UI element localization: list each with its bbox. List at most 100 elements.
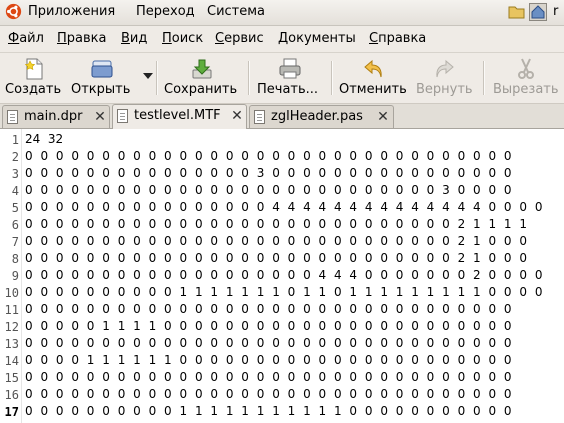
close-tab-icon[interactable]: ✕ <box>93 110 107 124</box>
menu-search-mnemonic: П <box>162 31 172 46</box>
ubuntu-logo-icon[interactable] <box>5 3 22 20</box>
folder-icon[interactable] <box>508 4 525 19</box>
menu-search[interactable]: Поиск <box>162 31 203 46</box>
code-line: 0 0 0 0 0 0 0 0 0 0 0 0 0 0 0 0 0 0 0 0 … <box>25 302 514 316</box>
code-line: 0 0 0 0 0 0 0 0 0 0 0 0 0 0 0 0 0 0 0 0 … <box>25 217 530 231</box>
new-button[interactable]: Создать <box>2 53 64 103</box>
line-number: 7 <box>11 235 19 249</box>
printer-icon <box>279 58 301 79</box>
redo-arrow-icon <box>436 59 454 78</box>
code-line: 0 0 0 0 0 0 0 0 0 0 1 1 1 1 1 1 1 0 1 1 … <box>25 285 545 299</box>
new-document-icon <box>24 58 43 80</box>
save-button-label: Сохранить <box>164 82 238 97</box>
document-icon <box>117 109 128 123</box>
print-button[interactable]: Печать... <box>252 53 328 103</box>
undo-button[interactable]: Отменить <box>336 53 410 103</box>
panel-menu-system[interactable]: Система <box>207 4 265 19</box>
home-folder-icon[interactable] <box>529 3 547 21</box>
line-number: 4 <box>11 184 19 198</box>
scissors-icon <box>518 58 534 79</box>
redo-button[interactable]: Вернуть <box>412 53 480 103</box>
code-line: 0 0 0 0 0 0 0 0 0 0 0 0 0 0 0 0 0 0 0 0 … <box>25 183 514 197</box>
code-line: 0 0 0 0 1 1 1 1 1 1 0 0 0 0 0 0 0 0 0 0 … <box>25 353 514 367</box>
open-button[interactable]: Открыть <box>68 53 138 103</box>
menu-documents[interactable]: Документы <box>278 31 356 46</box>
line-number: 5 <box>11 201 19 215</box>
line-number: 15 <box>4 371 19 385</box>
menu-edit-label: равка <box>66 31 107 46</box>
panel-menu-applications[interactable]: Приложения <box>28 4 115 19</box>
code-line: 0 0 0 0 0 0 0 0 0 0 0 0 0 0 0 0 0 0 0 0 … <box>25 336 514 350</box>
code-line: 0 0 0 0 0 0 0 0 0 0 0 0 0 0 0 0 0 0 0 0 … <box>25 149 514 163</box>
cut-button[interactable]: Вырезать <box>488 53 564 103</box>
open-folder-icon <box>91 60 113 78</box>
save-button[interactable]: Сохранить <box>160 53 244 103</box>
code-line: 0 0 0 0 0 0 0 0 0 0 0 0 0 0 0 0 0 0 0 0 … <box>25 251 530 265</box>
menu-view-mnemonic: В <box>121 31 130 46</box>
menu-documents-label: окументы <box>288 31 356 46</box>
toolbar-separator <box>483 61 485 95</box>
toolbar-separator <box>248 61 250 95</box>
line-number: 14 <box>4 354 19 368</box>
code-line: 0 0 0 0 0 0 0 0 0 0 0 0 0 0 0 3 0 0 0 0 … <box>25 166 514 180</box>
undo-arrow-icon <box>364 59 382 78</box>
tab-testlevel-mtf[interactable]: testlevel.MTF ✕ <box>112 104 247 129</box>
menu-file-mnemonic: Ф <box>8 31 20 46</box>
toolbar: Создать Открыть Сохранить Печать... Отме… <box>0 53 564 104</box>
document-tabbar: main.dpr ✕ testlevel.MTF ✕ zglHeader.pas… <box>0 104 564 129</box>
code-line: 24 32 <box>25 132 64 146</box>
panel-menu-places[interactable]: Переход <box>136 4 195 19</box>
print-button-label: Печать... <box>257 82 319 97</box>
text-editor[interactable]: 1 2 3 4 5 6 7 8 9 10 11 12 13 14 15 16 1… <box>0 129 564 423</box>
close-tab-icon[interactable]: ✕ <box>230 109 244 123</box>
tab-label: main.dpr <box>24 109 83 124</box>
document-icon <box>7 110 18 124</box>
cut-button-label: Вырезать <box>493 82 559 97</box>
line-number: 8 <box>11 252 19 266</box>
line-number: 6 <box>11 218 19 232</box>
line-number: 1 <box>11 133 19 147</box>
code-line: 0 0 0 0 0 0 0 0 0 0 0 0 0 0 0 0 0 0 0 0 … <box>25 387 514 401</box>
line-number: 13 <box>4 337 19 351</box>
code-line: 0 0 0 0 0 0 0 0 0 0 0 0 0 0 0 0 0 0 0 0 … <box>25 370 514 384</box>
toolbar-separator <box>331 61 333 95</box>
menu-help-label: правка <box>378 31 427 46</box>
current-line-number: 17 <box>4 405 19 419</box>
toolbar-separator <box>156 61 158 95</box>
menu-tools[interactable]: Сервис <box>215 31 264 46</box>
line-number-gutter: 1 2 3 4 5 6 7 8 9 10 11 12 13 14 15 16 1… <box>0 129 22 423</box>
menu-file[interactable]: Файл <box>8 31 44 46</box>
menu-tools-label: ервис <box>224 31 264 46</box>
line-number: 16 <box>4 388 19 402</box>
menu-view-label: ид <box>129 31 148 46</box>
open-recent-dropdown-arrow[interactable] <box>143 73 153 79</box>
menu-view[interactable]: Вид <box>121 31 147 46</box>
close-tab-icon[interactable]: ✕ <box>376 110 390 124</box>
code-line: 0 0 0 0 0 0 0 0 0 0 0 0 0 0 0 0 4 4 4 4 … <box>25 200 545 214</box>
menu-edit[interactable]: Правка <box>57 31 106 46</box>
undo-button-label: Отменить <box>339 82 407 97</box>
panel-truncated-label: r <box>553 4 559 19</box>
menu-tools-mnemonic: С <box>215 31 225 46</box>
code-line: 0 0 0 0 0 0 0 0 0 0 0 0 0 0 0 0 0 0 0 0 … <box>25 234 530 248</box>
redo-button-label: Вернуть <box>416 82 473 97</box>
save-download-icon <box>192 59 212 79</box>
line-number: 11 <box>4 303 19 317</box>
tab-zglheader-pas[interactable]: zglHeader.pas ✕ <box>249 105 394 128</box>
line-number: 12 <box>4 320 19 334</box>
menu-edit-mnemonic: П <box>57 31 67 46</box>
menu-documents-mnemonic: Д <box>278 31 289 46</box>
code-line: 0 0 0 0 0 0 0 0 0 0 0 0 0 0 0 0 0 0 0 4 … <box>25 268 545 282</box>
code-line: 0 0 0 0 0 1 1 1 1 0 0 0 0 0 0 0 0 0 0 0 … <box>25 319 514 333</box>
document-icon <box>254 110 265 124</box>
menu-search-label: оиск <box>171 31 204 46</box>
line-number: 3 <box>11 167 19 181</box>
tab-main-dpr[interactable]: main.dpr ✕ <box>2 105 110 128</box>
menu-file-label: айл <box>19 31 44 46</box>
line-number: 10 <box>4 286 19 300</box>
menu-help[interactable]: Справка <box>369 31 426 46</box>
top-panel: Приложения Переход Система r <box>0 0 564 26</box>
line-number: 9 <box>11 269 19 283</box>
tab-label: testlevel.MTF <box>134 108 221 123</box>
line-number: 2 <box>11 150 19 164</box>
